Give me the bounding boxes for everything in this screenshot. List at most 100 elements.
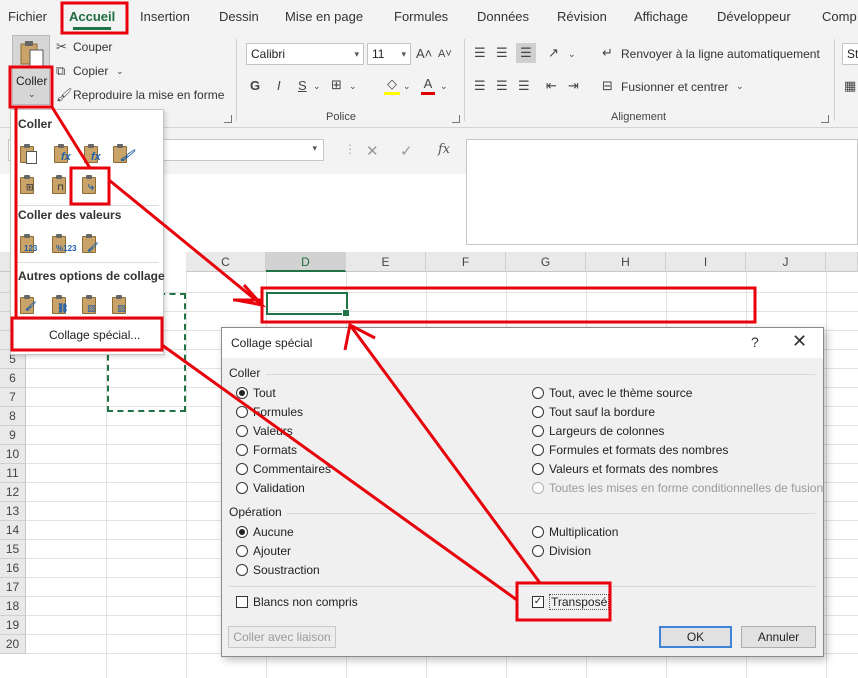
row-header-19[interactable]: 19 <box>0 616 26 635</box>
tab-affichage[interactable]: Affichage <box>634 0 688 33</box>
chevron-down-icon[interactable]: ⌄ <box>116 63 124 79</box>
ok-button[interactable]: OK <box>659 626 732 648</box>
align-right-icon[interactable]: ☰ <box>518 78 530 94</box>
cancel-button[interactable]: Annuler <box>741 626 816 648</box>
row-header-12[interactable]: 12 <box>0 483 26 502</box>
fill-color-icon[interactable]: ◇ <box>384 76 400 95</box>
row-header-15[interactable]: 15 <box>0 540 26 559</box>
radio-paste-all-except-borders[interactable]: Tout sauf la bordure <box>532 404 655 420</box>
tab-revision[interactable]: Révision <box>557 0 607 33</box>
tab-insertion[interactable]: Insertion <box>140 0 190 33</box>
font-launcher-icon[interactable] <box>452 115 460 123</box>
merge-center-icon[interactable]: ⊟ <box>602 78 613 94</box>
row-header-13[interactable]: 13 <box>0 502 26 521</box>
radio-paste-all[interactable]: Tout <box>236 385 276 401</box>
radio-paste-formulas[interactable]: Formules <box>236 404 303 420</box>
radio-operation-subtract[interactable]: Soustraction <box>236 562 320 578</box>
merge-center-button[interactable]: Fusionner et centrer <box>621 80 728 94</box>
decrease-indent-icon[interactable]: ⇤ <box>546 78 557 94</box>
chevron-down-icon[interactable]: ⌄ <box>568 46 576 62</box>
confirm-icon[interactable]: ✓ <box>400 142 413 160</box>
tab-formules[interactable]: Formules <box>394 0 448 33</box>
tab-developpeur[interactable]: Développeur <box>717 0 791 33</box>
paste-formulas-number-format-icon[interactable]: fx <box>81 143 103 165</box>
radio-paste-validation[interactable]: Validation <box>236 480 305 496</box>
row-header-14[interactable]: 14 <box>0 521 26 540</box>
row-header-6[interactable]: 6 <box>0 369 26 388</box>
radio-operation-multiply[interactable]: Multiplication <box>532 524 618 540</box>
paste-button[interactable]: Coller ⌄ <box>12 35 50 105</box>
formula-input[interactable] <box>466 139 858 245</box>
format-painter-icon[interactable]: 🖌 <box>56 87 73 103</box>
bold-button[interactable]: G <box>250 78 260 94</box>
paste-values-number-format-icon[interactable]: %123 <box>49 233 76 255</box>
radio-paste-values-number-formats[interactable]: Valeurs et formats des nombres <box>532 461 718 477</box>
insert-function-button[interactable]: fx <box>438 142 450 157</box>
italic-button[interactable]: I <box>277 78 281 94</box>
paste-no-borders-icon[interactable]: ⊞ <box>17 174 39 196</box>
paste-link-icon[interactable]: ⛓ <box>49 294 71 316</box>
radio-operation-add[interactable]: Ajouter <box>236 543 291 559</box>
row-header-20[interactable]: 20 <box>0 635 26 654</box>
radio-paste-formats[interactable]: Formats <box>236 442 297 458</box>
align-bottom-icon[interactable]: ☰ <box>516 43 536 63</box>
column-header-h[interactable]: H <box>586 252 666 272</box>
increase-indent-icon[interactable]: ⇥ <box>568 78 579 94</box>
paste-transpose-icon[interactable]: ⤷ <box>79 174 101 196</box>
tab-mise-en-page[interactable]: Mise en page <box>285 0 363 33</box>
orientation-icon[interactable]: ↗ <box>548 45 559 61</box>
font-size-combo[interactable]: 11 ▾ <box>367 43 411 65</box>
column-header-e[interactable]: E <box>346 252 426 272</box>
radio-paste-formulas-number-formats[interactable]: Formules et formats des nombres <box>532 442 728 458</box>
alignment-launcher-icon[interactable] <box>821 115 829 123</box>
cut-button[interactable]: Couper <box>73 40 112 54</box>
number-format-combo[interactable]: Sta <box>842 43 858 65</box>
font-color-icon[interactable]: A <box>421 76 435 95</box>
row-header-8[interactable]: 8 <box>0 407 26 426</box>
column-header-d[interactable]: D <box>266 252 346 272</box>
row-header-7[interactable]: 7 <box>0 388 26 407</box>
radio-paste-values[interactable]: Valeurs <box>236 423 293 439</box>
radio-operation-none[interactable]: Aucune <box>236 524 294 540</box>
borders-icon[interactable]: ⊞ <box>331 77 342 93</box>
column-header-g[interactable]: G <box>506 252 586 272</box>
paste-linked-picture-icon[interactable]: ▨ <box>109 294 131 316</box>
decrease-font-icon[interactable]: A˅ <box>438 46 452 62</box>
active-cell-d1[interactable] <box>266 292 350 317</box>
chevron-down-icon[interactable]: ⌄ <box>403 78 411 94</box>
row-header-11[interactable]: 11 <box>0 464 26 483</box>
paste-keep-column-widths-icon[interactable]: ⊓ <box>49 174 71 196</box>
column-header-f[interactable]: F <box>426 252 506 272</box>
column-header-i[interactable]: I <box>666 252 746 272</box>
radio-paste-comments[interactable]: Commentaires <box>236 461 331 477</box>
align-left-icon[interactable]: ☰ <box>474 78 486 94</box>
skip-blanks-checkbox[interactable]: Blancs non compris <box>236 594 358 610</box>
paste-all-icon[interactable] <box>17 143 39 165</box>
column-header-j[interactable]: J <box>746 252 826 272</box>
tab-comp[interactable]: Comp <box>822 0 857 33</box>
paste-formulas-icon[interactable]: fx <box>51 143 73 165</box>
scissors-icon[interactable]: ✂ <box>56 39 67 55</box>
align-middle-icon[interactable]: ☰ <box>496 45 508 61</box>
chevron-down-icon[interactable]: ⌄ <box>313 78 321 94</box>
wrap-text-icon[interactable]: ↵ <box>602 45 613 61</box>
cancel-icon[interactable]: ✕ <box>366 142 379 160</box>
radio-paste-column-widths[interactable]: Largeurs de colonnes <box>532 423 664 439</box>
row-header-9[interactable]: 9 <box>0 426 26 445</box>
paste-values-source-format-icon[interactable]: 🖌 <box>79 233 101 255</box>
dialog-titlebar[interactable]: Collage spécial ? ✕ <box>222 328 823 358</box>
currency-icon[interactable]: ▦ <box>844 78 856 94</box>
tab-donnees[interactable]: Données <box>477 0 529 33</box>
help-icon[interactable]: ? <box>751 334 759 350</box>
row-header-18[interactable]: 18 <box>0 597 26 616</box>
chevron-down-icon[interactable]: ⌄ <box>440 78 448 94</box>
align-top-icon[interactable]: ☰ <box>474 45 486 61</box>
paste-keep-source-format-icon[interactable]: 🖌 <box>110 143 134 165</box>
row-header-10[interactable]: 10 <box>0 445 26 464</box>
row-header-16[interactable]: 16 <box>0 559 26 578</box>
tab-fichier[interactable]: Fichier <box>8 0 47 33</box>
chevron-down-icon[interactable]: ⌄ <box>349 78 357 94</box>
row-header-17[interactable]: 17 <box>0 578 26 597</box>
wrap-text-button[interactable]: Renvoyer à la ligne automatiquement <box>621 47 820 61</box>
copy-button[interactable]: Copier <box>73 64 108 78</box>
